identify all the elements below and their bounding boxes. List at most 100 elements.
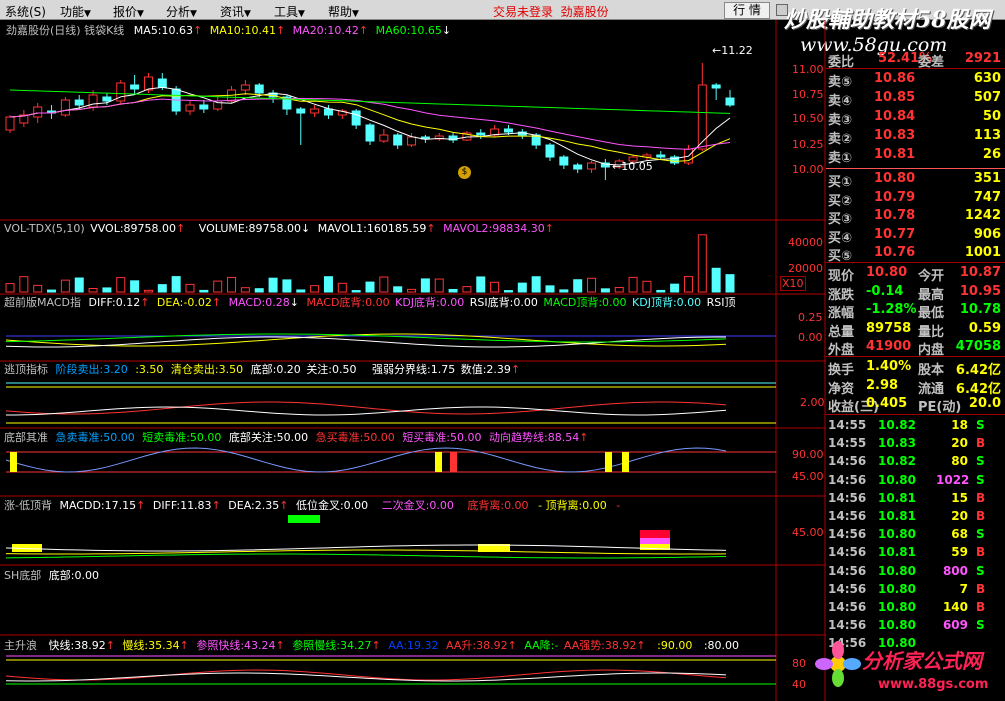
mainrise-axis-2: 40 — [792, 678, 806, 691]
volume-bar — [282, 279, 292, 293]
tick-row[interactable]: 14:55 10.83 20 B — [826, 434, 1005, 452]
volume-bar — [614, 287, 624, 293]
volume-bar — [545, 285, 555, 293]
lowtop-red-bar — [640, 530, 670, 538]
candle-body — [130, 84, 140, 90]
candle-body — [5, 116, 15, 131]
volume-bar — [725, 274, 735, 293]
volume-bar — [310, 285, 320, 293]
lowtop-line-3 — [5, 553, 727, 559]
lowtop-pink-bar — [640, 538, 670, 544]
sell-label: 卖④ — [828, 94, 853, 109]
candle-body — [323, 108, 333, 116]
volume-bar — [240, 287, 250, 293]
volume-bar — [683, 276, 693, 293]
volume-bar — [476, 276, 486, 293]
candle-body — [587, 162, 597, 170]
sell-volume: 26 — [982, 147, 1001, 162]
buy-label: 买② — [828, 193, 853, 209]
menu-function[interactable]: 功能▼ — [60, 3, 91, 20]
stat-row: 涨跌 -0.14 最高 10.95 — [828, 283, 1001, 303]
macd-axis-1: 0.25 — [798, 311, 823, 324]
macd-header: 超前版MACD指 DIFF:0.12↑ DEA:-0.02↑ MACD:0.28… — [4, 296, 736, 309]
order-ratio-row: 委比 52.41% 委差 2921 — [828, 51, 1001, 70]
bottom-signal-bar — [622, 452, 629, 472]
volume-bar — [587, 277, 597, 293]
volume-bar — [33, 284, 43, 293]
kline-chart-area[interactable] — [0, 20, 826, 701]
menu-analysis[interactable]: 分析▼ — [166, 3, 197, 20]
menu-info[interactable]: 资讯▼ — [220, 3, 251, 20]
sell-level-1[interactable]: 卖① 10.81 26 — [826, 146, 1005, 166]
candle-body — [379, 134, 389, 142]
candle-body — [254, 84, 264, 94]
tick-row[interactable]: 14:56 10.80 609 S — [826, 616, 1005, 634]
volume-bar — [268, 277, 278, 293]
buy-level-3[interactable]: 买③ 10.78 1242 — [826, 207, 1005, 227]
sell-level-4[interactable]: 卖④ 10.85 507 — [826, 89, 1005, 109]
ma5-label: MA5:10.63 — [133, 24, 194, 37]
buy-volume: 1001 — [964, 245, 1001, 260]
buy-label: 买① — [828, 175, 853, 190]
menu-help[interactable]: 帮助▼ — [328, 3, 359, 20]
candle-body — [60, 99, 70, 116]
volume-bar — [697, 234, 707, 293]
menu-tools[interactable]: 工具▼ — [274, 3, 305, 20]
buy-level-4[interactable]: 买④ 10.77 906 — [826, 226, 1005, 246]
candle-body — [476, 132, 486, 136]
volume-bar — [296, 289, 306, 293]
sell-label: 卖⑤ — [828, 75, 853, 90]
lowtop-gold-bar — [288, 515, 320, 523]
sell-price: 10.84 — [874, 109, 916, 124]
buy-price: 10.76 — [874, 245, 916, 260]
volume-bar — [19, 276, 29, 293]
tick-row[interactable]: 14:56 10.80 140 B — [826, 598, 1005, 616]
logo-text: 分析家公式网 — [862, 649, 985, 673]
candle-body — [102, 96, 112, 102]
tick-row[interactable]: 14:56 10.80 68 S — [826, 525, 1005, 543]
menu-system[interactable]: 系统(S) — [5, 3, 46, 20]
buy-level-5[interactable]: 买⑤ 10.76 1001 — [826, 244, 1005, 264]
volume-bar — [227, 276, 237, 293]
stat-row: 涨幅 -1.28% 最低 10.78 — [828, 302, 1001, 321]
tick-row[interactable]: 14:56 10.80 7 B — [826, 580, 1005, 598]
price-axis-1: 11.00 — [792, 63, 824, 76]
tick-row[interactable]: 14:55 10.82 18 S — [826, 416, 1005, 434]
stat-row: 总量 89758 量比 0.59 — [828, 320, 1001, 340]
low-price-label: ←10.05 — [612, 160, 653, 173]
escape-value-line — [5, 401, 727, 415]
kline-title: 劲嘉股份(日线) 钱袋K线 — [6, 24, 125, 37]
money-bag-icon: $ — [458, 166, 471, 179]
lowtop-header: 涨-低顶背 MACDD:17.15↑ DIFF:11.83↑ DEA:2.35↑… — [4, 499, 621, 512]
price-axis-2: 10.75 — [792, 88, 824, 101]
candle-body — [711, 84, 721, 89]
escape-header: 逃顶指标 阶段卖出:3.20 :3.50 清仓卖出:3.50 底部:0.20 关… — [4, 363, 521, 376]
tick-row[interactable]: 14:56 10.82 80 S — [826, 452, 1005, 470]
volume-bar — [213, 280, 223, 293]
stat-row: 现价 10.80 今开 10.87 — [828, 265, 1001, 284]
buy-level-1[interactable]: 买① 10.80 351 — [826, 170, 1005, 190]
volume-bar — [503, 290, 513, 293]
volume-bar — [185, 283, 195, 293]
vol-axis-2: 20000 — [788, 262, 823, 275]
sell-level-5[interactable]: 卖⑤ 10.86 630 — [826, 70, 1005, 90]
tick-row[interactable]: 14:56 10.81 15 B — [826, 489, 1005, 507]
sell-volume: 630 — [973, 71, 1001, 86]
sell-level-2[interactable]: 卖② 10.83 113 — [826, 127, 1005, 147]
volume-bar — [628, 276, 638, 293]
sell-label: 卖② — [828, 132, 853, 147]
volume-bar — [600, 288, 610, 293]
tick-row[interactable]: 14:56 10.81 59 B — [826, 543, 1005, 561]
volume-bar — [5, 283, 15, 293]
tick-row[interactable]: 14:56 10.80 800 S — [826, 562, 1005, 580]
sell-level-3[interactable]: 卖③ 10.84 50 — [826, 108, 1005, 128]
buy-level-2[interactable]: 买② 10.79 747 — [826, 189, 1005, 209]
menu-quote[interactable]: 报价▼ — [113, 3, 144, 20]
market-button[interactable]: 行 情 — [724, 2, 770, 19]
tick-row[interactable]: 14:56 10.80 1022 S — [826, 471, 1005, 489]
tick-row[interactable]: 14:56 10.81 20 B — [826, 507, 1005, 525]
buy-volume: 1242 — [964, 208, 1001, 223]
mainrise-axis-1: 80 — [792, 657, 806, 670]
sell-volume: 113 — [973, 128, 1001, 143]
volume-bar — [434, 278, 444, 293]
